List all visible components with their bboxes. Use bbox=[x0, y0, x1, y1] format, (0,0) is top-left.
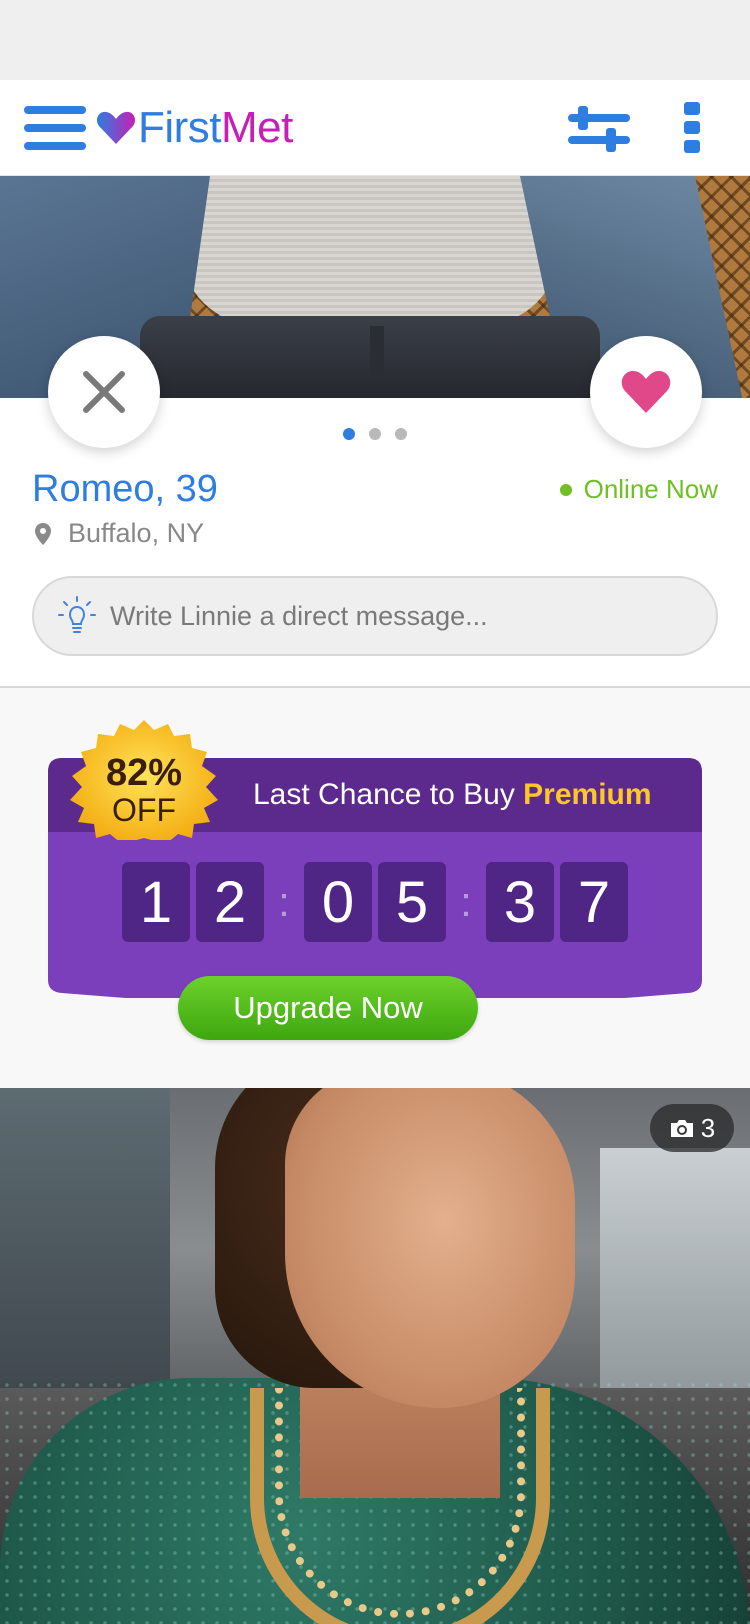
countdown-digit: 5 bbox=[378, 862, 446, 942]
next-profile-photo[interactable] bbox=[0, 1088, 750, 1624]
photo-dot[interactable] bbox=[395, 428, 407, 440]
firstmet-logo: FirstMet bbox=[96, 102, 293, 154]
logo-heart-icon bbox=[96, 111, 136, 144]
hamburger-menu-icon[interactable] bbox=[24, 104, 88, 154]
camera-icon bbox=[670, 1120, 693, 1137]
more-options-icon[interactable] bbox=[682, 100, 706, 156]
photo-pagination bbox=[0, 428, 750, 442]
close-icon bbox=[83, 371, 125, 413]
promo-title: Last Chance to Buy Premium bbox=[253, 778, 652, 811]
countdown-separator: : bbox=[278, 878, 290, 925]
profile-location: Buffalo, NY bbox=[34, 518, 204, 549]
online-status: Online Now bbox=[559, 474, 718, 505]
direct-message-field[interactable] bbox=[32, 576, 718, 656]
discount-badge: 82% OFF bbox=[64, 720, 224, 844]
filter-sliders-icon[interactable] bbox=[566, 102, 632, 158]
lightbulb-icon bbox=[58, 596, 96, 633]
profile-name-age[interactable]: Romeo, 39 bbox=[32, 468, 218, 511]
premium-promo-section: Last Chance to Buy Premium 82% OFF 1 2 : bbox=[0, 688, 750, 1088]
photo-count-badge[interactable]: 3 bbox=[650, 1104, 734, 1152]
location-pin-icon bbox=[35, 522, 51, 545]
countdown-digit: 3 bbox=[486, 862, 554, 942]
badge-percent: 82% bbox=[105, 752, 183, 794]
online-status-text: Online Now bbox=[583, 474, 718, 504]
premium-highlight: Premium bbox=[523, 778, 652, 811]
countdown-timer: 1 2 : 0 5 : 3 7 bbox=[48, 862, 702, 942]
countdown-digit: 7 bbox=[560, 862, 628, 942]
photo-dot[interactable] bbox=[369, 428, 381, 440]
online-dot-icon bbox=[559, 483, 572, 496]
countdown-separator: : bbox=[460, 878, 472, 925]
upgrade-now-button[interactable]: Upgrade Now bbox=[178, 976, 478, 1040]
premium-promo-card[interactable]: Last Chance to Buy Premium 82% OFF 1 2 : bbox=[48, 720, 702, 998]
message-input[interactable] bbox=[110, 600, 670, 632]
badge-off: OFF bbox=[112, 792, 176, 828]
status-bar bbox=[0, 0, 750, 80]
countdown-digit: 1 bbox=[122, 862, 190, 942]
location-text: Buffalo, NY bbox=[68, 518, 205, 548]
countdown-digit: 0 bbox=[304, 862, 372, 942]
photo-dot[interactable] bbox=[343, 428, 355, 440]
profile-card: Romeo, 39 Online Now Buffalo, NY bbox=[0, 176, 750, 688]
countdown-digit: 2 bbox=[196, 862, 264, 942]
app-header: FirstMet bbox=[0, 80, 750, 176]
logo-wordmark: FirstMet bbox=[138, 103, 293, 152]
heart-icon bbox=[621, 371, 671, 413]
photo-count-text: 3 bbox=[700, 1112, 716, 1143]
